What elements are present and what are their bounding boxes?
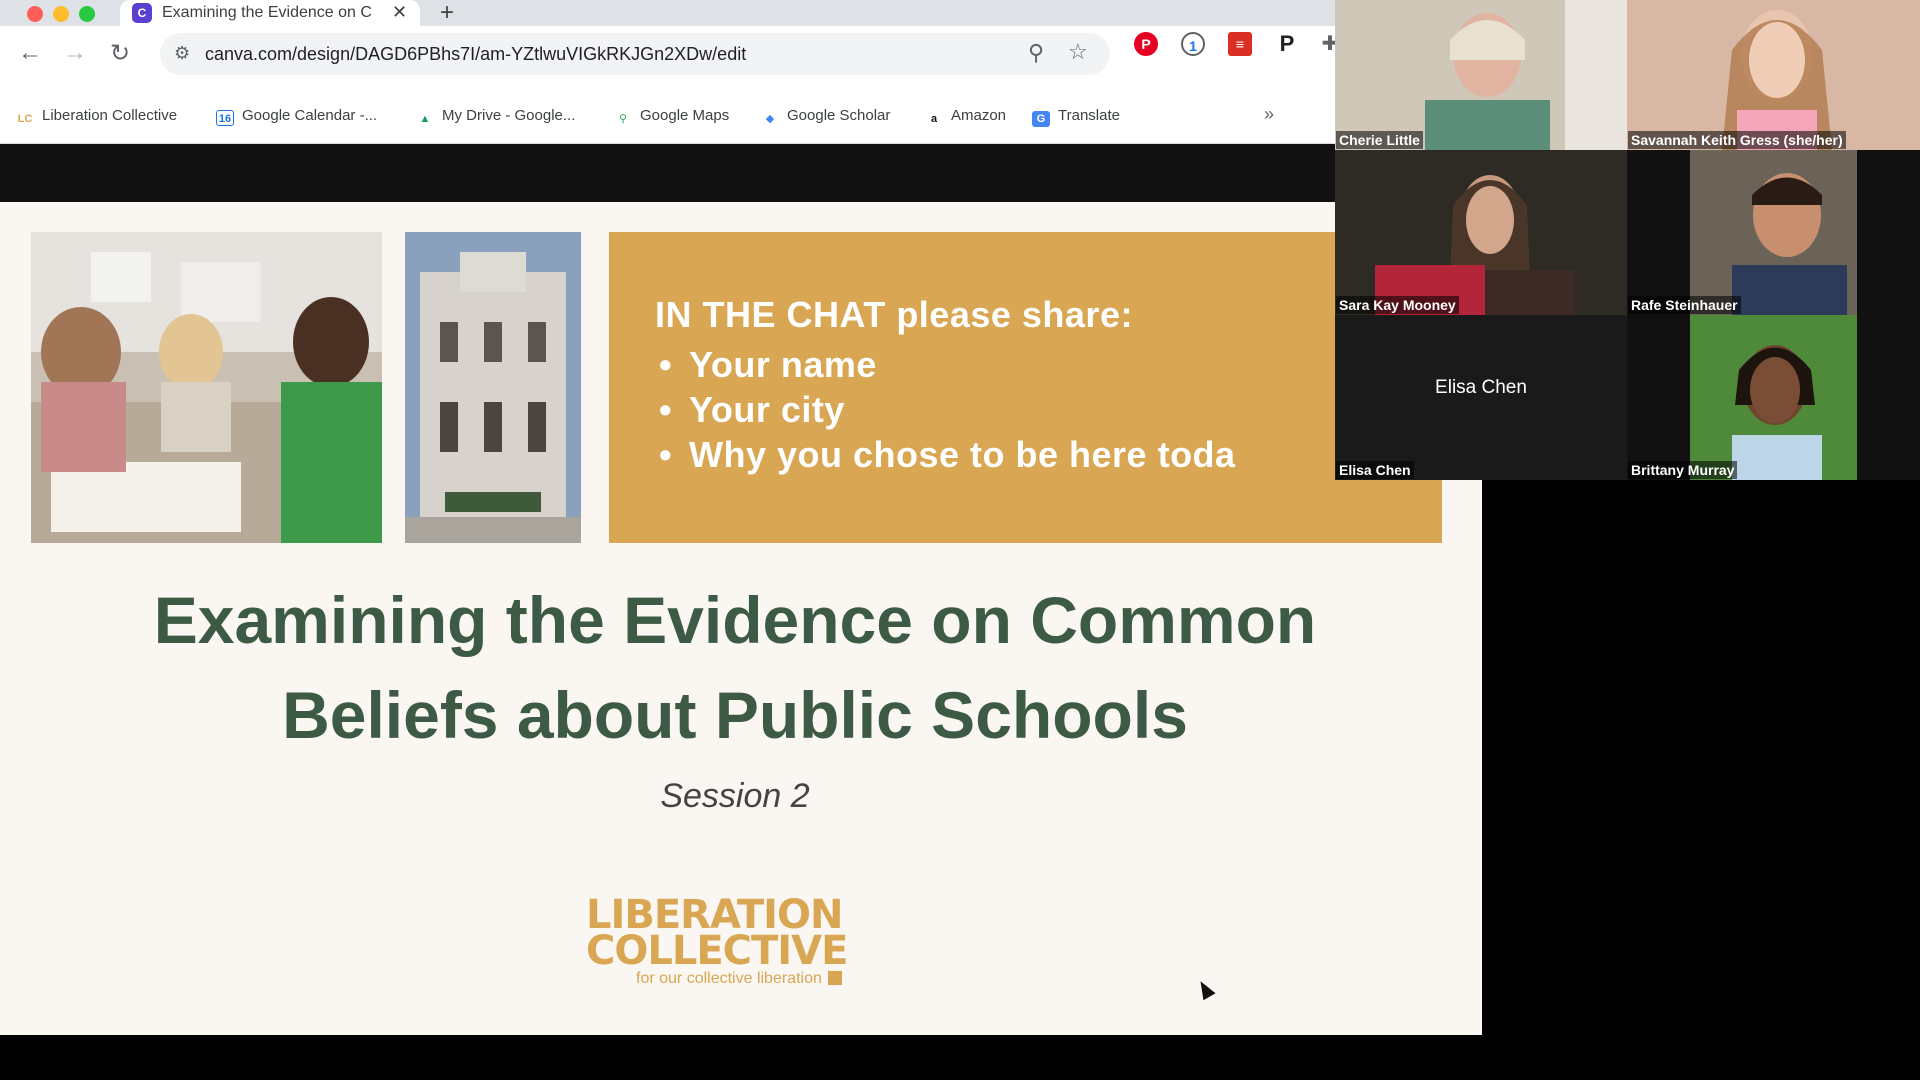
chat-prompt-item: Your city [659,389,845,431]
logo-tagline: for our collective liberation [636,970,842,988]
chat-prompt-heading: IN THE CHAT please share: [655,294,1133,335]
p-extension-icon[interactable]: P [1275,32,1299,56]
drive-icon: ▲ [419,113,431,125]
session-subtitle: Session 2 [660,777,810,815]
window-minimize-button[interactable] [53,6,69,22]
window-maximize-button[interactable] [79,6,95,22]
participant-tile[interactable]: Rafe Steinhauer [1627,150,1920,315]
participant-tile[interactable]: Cherie Little [1335,0,1627,150]
participant-center-name: Elisa Chen [1435,377,1527,398]
new-tab-button[interactable]: + [440,0,454,27]
school-building-photo [405,232,581,543]
bookmark-google-calendar[interactable]: 16 Google Calendar -... [216,107,377,126]
url-text[interactable]: canva.com/design/DAGD6PBhs7I/am-YZtlwuVI… [205,44,746,65]
participant-name: Brittany Murray [1628,461,1738,479]
participant-tile[interactable]: Brittany Murray [1627,315,1920,480]
editor-dark-band [0,144,1482,202]
forward-arrow-icon[interactable]: → [63,39,87,67]
window-close-button[interactable] [27,6,43,22]
participant-name: Sara Kay Mooney [1336,296,1459,314]
chat-prompt-box: IN THE CHAT please share: Your name Your… [609,232,1442,543]
participant-tile[interactable]: Elisa Chen Elisa Chen [1335,315,1627,480]
bookmark-google-scholar[interactable]: ◆ Google Scholar [761,107,891,127]
chat-prompt-item: Why you chose to be here toda [659,434,1236,476]
pinterest-extension-icon[interactable]: P [1134,32,1158,56]
map-pin-icon: ⚲ [618,113,628,125]
participant-video [1627,0,1920,150]
liberation-collective-icon: LC [17,113,33,125]
red-extension-icon[interactable]: ≡ [1228,32,1252,56]
tab-title: Examining the Evidence on C [162,4,372,21]
amazon-icon: a [930,113,938,125]
screen: C Examining the Evidence on C ✕ + ← → ↻ … [0,0,1920,1080]
participant-name: Cherie Little [1336,131,1423,149]
tab-close-icon[interactable]: ✕ [392,2,407,23]
zoom-icon[interactable]: ⚲ [1028,40,1044,66]
scholar-icon: ◆ [765,113,775,125]
slide-title-line-1: Examining the Evidence on Common [153,583,1317,657]
children-drawing-photo [31,232,382,543]
participant-tile[interactable]: Savannah Keith Gress (she/her) [1627,0,1920,150]
translate-icon: G [1032,111,1050,127]
participant-name: Savannah Keith Gress (she/her) [1628,131,1846,149]
logo-square-icon [827,971,842,985]
bookmark-star-icon[interactable]: ☆ [1068,39,1088,65]
liberation-collective-logo: LIBERATION COLLECTIVE for our collective… [586,892,886,1002]
slide-title-line-2: Beliefs about Public Schools [282,678,1188,752]
back-arrow-icon[interactable]: ← [18,39,42,67]
chat-prompt-item: Your name [659,344,877,386]
participant-video [1335,150,1627,315]
bookmark-google-maps[interactable]: ⚲ Google Maps [614,107,729,127]
reload-icon[interactable]: ↻ [110,39,130,68]
site-info-icon[interactable]: ⚙ [174,43,190,64]
logo-line-2: COLLECTIVE [586,928,848,974]
participant-tile[interactable]: Sara Kay Mooney [1335,150,1627,315]
participant-name: Elisa Chen [1336,461,1414,479]
more-bookmarks-icon[interactable]: » [1264,104,1274,125]
address-bar[interactable]: ⚙ canva.com/design/DAGD6PBhs7I/am-YZtlwu… [160,33,1110,75]
bookmark-amazon[interactable]: a Amazon [925,107,1006,127]
bookmark-my-drive[interactable]: ▲ My Drive - Google... [416,107,576,127]
password-extension-icon[interactable]: 1 [1181,32,1205,56]
bookmarks-bar: LC Liberation Collective 16 Google Calenda… [0,84,1335,144]
participant-video [1690,315,1857,480]
participant-video [1335,0,1627,150]
calendar-icon: 16 [216,110,234,126]
browser-tab-active[interactable]: C Examining the Evidence on C ✕ [120,0,420,26]
canva-favicon-icon: C [132,3,152,23]
browser-toolbar: ← → ↻ ⚙ canva.com/design/DAGD6PBhs7I/am-… [0,26,1335,84]
bookmark-liberation-collective[interactable]: LC Liberation Collective [16,107,177,127]
presentation-slide: IN THE CHAT please share: Your name Your… [0,202,1482,1035]
bookmark-translate[interactable]: G Translate [1032,107,1120,127]
participant-name: Rafe Steinhauer [1628,296,1741,314]
participant-video [1690,150,1857,315]
